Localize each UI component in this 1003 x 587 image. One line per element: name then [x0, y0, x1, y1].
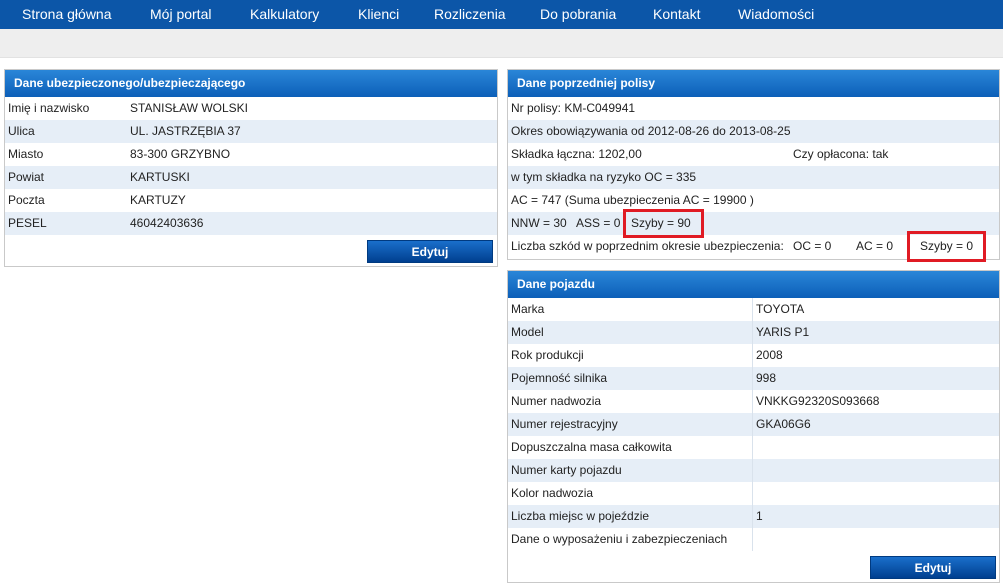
table-row: Kolor nadwozia — [508, 482, 999, 505]
row-value: UL. JASTRZĘBIA 37 — [130, 124, 241, 138]
table-row: Poczta KARTUZY — [5, 189, 497, 212]
row-label: Rok produkcji — [511, 348, 584, 362]
row-value: KARTUSKI — [130, 170, 190, 184]
claims-label: Liczba szkód w poprzednim okresie ubezpi… — [511, 239, 784, 253]
claims-ac: AC = 0 — [856, 239, 894, 253]
nav-calculators[interactable]: Kalkulatory — [250, 0, 319, 29]
nav-downloads[interactable]: Do pobrania — [540, 0, 616, 29]
nav-clients[interactable]: Klienci — [358, 0, 399, 29]
column-divider — [752, 344, 753, 367]
sub-navbar — [0, 29, 1003, 58]
policy-panel-title: Dane poprzedniej polisy — [508, 70, 999, 97]
insured-panel: Dane ubezpieczonego/ubezpieczającego Imi… — [4, 69, 498, 267]
policy-premium: Składka łączna: 1202,00 — [511, 147, 642, 161]
row-label: Model — [511, 325, 544, 339]
row-value: 83-300 GRZYBNO — [130, 147, 231, 161]
row-label: Kolor nadwozia — [511, 486, 594, 500]
row-label: Ulica — [8, 124, 35, 138]
policy-number: Nr polisy: KM-C049941 — [511, 101, 636, 115]
column-divider — [752, 298, 753, 321]
row-label: Numer nadwozia — [511, 394, 602, 408]
nav-settlements[interactable]: Rozliczenia — [434, 0, 506, 29]
nav-messages[interactable]: Wiadomości — [738, 0, 814, 29]
row-value: 998 — [756, 371, 777, 385]
row-label: Dopuszczalna masa całkowita — [511, 440, 672, 454]
nav-home[interactable]: Strona główna — [22, 0, 112, 29]
vehicle-panel-title: Dane pojazdu — [508, 271, 999, 298]
table-row: Imię i nazwisko STANISŁAW WOLSKI — [5, 97, 497, 120]
policy-period-row: Okres obowiązywania od 2012-08-26 do 201… — [508, 120, 999, 143]
column-divider — [752, 436, 753, 459]
table-row: Rok produkcji 2008 — [508, 344, 999, 367]
table-row: Dane o wyposażeniu i zabezpieczeniach — [508, 528, 999, 551]
policy-premium-row: Składka łączna: 1202,00 Czy opłacona: ta… — [508, 143, 999, 166]
table-row: Liczba miejsc w pojeździe 1 — [508, 505, 999, 528]
highlight-szyby-claims — [907, 231, 986, 262]
row-value: 2008 — [756, 348, 783, 362]
table-row: Pojemność silnika 998 — [508, 367, 999, 390]
insured-edit-button[interactable]: Edytuj — [367, 240, 493, 263]
column-divider — [752, 321, 753, 344]
row-label: Poczta — [8, 193, 45, 207]
insured-panel-title: Dane ubezpieczonego/ubezpieczającego — [5, 70, 497, 97]
policy-nnw: NNW = 30 — [511, 216, 567, 230]
row-value: 1 — [756, 509, 763, 523]
table-row: PESEL 46042403636 — [5, 212, 497, 235]
column-divider — [752, 528, 753, 551]
row-label: Dane o wyposażeniu i zabezpieczeniach — [511, 532, 728, 546]
nav-my-portal[interactable]: Mój portal — [150, 0, 211, 29]
column-divider — [752, 505, 753, 528]
row-value: KARTUZY — [130, 193, 186, 207]
highlight-szyby-premium — [623, 209, 704, 238]
row-label: Numer rejestracyjny — [511, 417, 618, 431]
policy-oc-row: w tym składka na ryzyko OC = 335 — [508, 166, 999, 189]
row-value: STANISŁAW WOLSKI — [130, 101, 249, 115]
table-row: Numer karty pojazdu — [508, 459, 999, 482]
row-value: YARIS P1 — [756, 325, 810, 339]
row-value: 46042403636 — [130, 216, 204, 230]
table-row: Numer rejestracyjny GKA06G6 — [508, 413, 999, 436]
vehicle-edit-button[interactable]: Edytuj — [870, 556, 996, 579]
row-label: Miasto — [8, 147, 44, 161]
column-divider — [752, 367, 753, 390]
table-row: Miasto 83-300 GRZYBNO — [5, 143, 497, 166]
table-row: Dopuszczalna masa całkowita — [508, 436, 999, 459]
vehicle-panel: Dane pojazdu Marka TOYOTA Model YARIS P1… — [507, 270, 1000, 583]
column-divider — [752, 482, 753, 505]
table-row: Ulica UL. JASTRZĘBIA 37 — [5, 120, 497, 143]
row-label: Marka — [511, 302, 545, 316]
row-label: Numer karty pojazdu — [511, 463, 622, 477]
row-label: Pojemność silnika — [511, 371, 608, 385]
column-divider — [752, 413, 753, 436]
row-label: Imię i nazwisko — [8, 101, 90, 115]
table-row: Marka TOYOTA — [508, 298, 999, 321]
table-row: Numer nadwozia VNKKG92320S093668 — [508, 390, 999, 413]
row-label: Powiat — [8, 170, 45, 184]
policy-oc-premium: w tym składka na ryzyko OC = 335 — [511, 170, 697, 184]
column-divider — [752, 390, 753, 413]
row-value: TOYOTA — [756, 302, 805, 316]
row-value: VNKKG92320S093668 — [756, 394, 880, 408]
policy-number-row: Nr polisy: KM-C049941 — [508, 97, 999, 120]
main-navbar: Strona główna Mój portal Kalkulatory Kli… — [0, 0, 1003, 29]
table-row: Powiat KARTUSKI — [5, 166, 497, 189]
table-row: Model YARIS P1 — [508, 321, 999, 344]
policy-period: Okres obowiązywania od 2012-08-26 do 201… — [511, 124, 791, 138]
nav-contact[interactable]: Kontakt — [653, 0, 700, 29]
row-label: PESEL — [8, 216, 47, 230]
policy-ass: ASS = 0 — [576, 216, 621, 230]
claims-oc: OC = 0 — [793, 239, 832, 253]
policy-paid-status: Czy opłacona: tak — [793, 147, 889, 161]
policy-ac-row: AC = 747 (Suma ubezpieczenia AC = 19900 … — [508, 189, 999, 212]
row-value: GKA06G6 — [756, 417, 811, 431]
row-label: Liczba miejsc w pojeździe — [511, 509, 650, 523]
column-divider — [752, 459, 753, 482]
